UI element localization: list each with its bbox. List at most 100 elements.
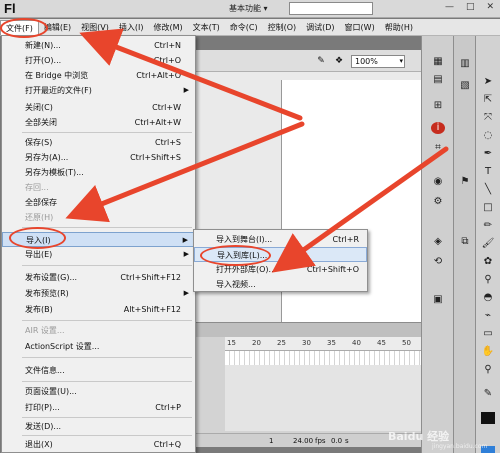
project-icon[interactable]: ▣ (431, 294, 445, 306)
menu-item-new[interactable]: 新建(N)... Ctrl+N (2, 38, 195, 53)
app-logo: Fl (4, 1, 16, 16)
workspace-switcher[interactable]: 基本功能 ▾ (229, 3, 268, 14)
paint-bucket-icon[interactable]: ◓ (481, 292, 495, 304)
menu-item-save[interactable]: 保存(S) Ctrl+S (2, 135, 195, 150)
library-panel-icon[interactable]: ▧ (458, 80, 472, 92)
menu-item-recent[interactable]: 打开最近的文件(F) ▶ (2, 83, 195, 98)
zoom-tool-icon[interactable]: ⚲ (481, 364, 495, 376)
menu-item-bridge[interactable]: 在 Bridge 中浏览 Ctrl+Alt+O (2, 68, 195, 83)
lasso-tool-icon[interactable]: ◌ (481, 130, 495, 142)
zoom-select[interactable]: 100% ▾ (351, 55, 405, 68)
properties-icon[interactable]: ▥ (458, 58, 472, 70)
edit-scene-icon[interactable]: ✎ (314, 55, 328, 67)
tools-panel: ➤ ⇱ ⤧ ◌ ✒ T ╲ □ ✏ 🖌 ✿ ⚲ ◓ ⌁ ▭ ✋ ⚲ ✎ (475, 36, 500, 453)
menu-item-publish-preview[interactable]: 发布预览(R) ▶ (2, 286, 195, 301)
timeline-frames[interactable] (225, 351, 421, 365)
annotation-ring-import-to-library (200, 245, 271, 266)
menu-item-send[interactable]: 发送(D)... (2, 419, 195, 434)
menu-commands[interactable]: 命令(C) (225, 20, 263, 35)
elapsed-time: 0.0 (331, 437, 343, 445)
deco-tool-icon[interactable]: ✿ (481, 256, 495, 268)
menu-divider (22, 435, 192, 436)
menu-item-exit[interactable]: 退出(X) Ctrl+Q (2, 437, 195, 452)
hand-tool-icon[interactable]: ✋ (481, 346, 495, 358)
swatches-icon[interactable]: ▤ (431, 74, 445, 86)
color-panel-icon[interactable]: ▦ (431, 56, 445, 68)
menu-item-save-all[interactable]: 全部保存 (2, 195, 195, 210)
menu-text[interactable]: 文本(T) (188, 20, 225, 35)
menu-item-publish-settings[interactable]: 发布设置(G)... Ctrl+Shift+F12 (2, 270, 195, 285)
menu-help[interactable]: 帮助(H) (380, 20, 418, 35)
brush-tool-icon[interactable]: 🖌 (481, 238, 495, 250)
menu-divider (22, 357, 192, 358)
history-icon[interactable]: ⟲ (431, 256, 445, 268)
submenu-item-import-video[interactable]: 导入视频... (194, 277, 367, 292)
menu-divider (22, 132, 192, 133)
menu-item-actionscript-settings[interactable]: ActionScript 设置... (2, 339, 195, 354)
subselection-tool-icon[interactable]: ⇱ (481, 94, 495, 106)
menu-item-print[interactable]: 打印(P)... Ctrl+P (2, 400, 195, 415)
menu-item-close[interactable]: 关闭(C) Ctrl+W (2, 100, 195, 115)
menu-item-export[interactable]: 导出(E) ▶ (2, 247, 195, 262)
fill-color-swatch[interactable] (481, 412, 495, 424)
edit-symbol-icon[interactable]: ❖ (332, 55, 346, 67)
line-tool-icon[interactable]: ╲ (481, 184, 495, 196)
menu-control[interactable]: 控制(O) (263, 20, 302, 35)
current-frame: 1 (269, 437, 274, 445)
menu-window[interactable]: 窗口(W) (340, 20, 380, 35)
minimize-button[interactable]: — (445, 2, 454, 12)
menu-item-open[interactable]: 打开(O)... Ctrl+O (2, 53, 195, 68)
eraser-tool-icon[interactable]: ▭ (481, 328, 495, 340)
bone-tool-icon[interactable]: ⚲ (481, 274, 495, 286)
eyedropper-icon[interactable]: ⌁ (481, 310, 495, 322)
submenu-arrow-icon: ▶ (182, 236, 188, 244)
submenu-arrow-icon: ▶ (183, 250, 189, 258)
submenu-item-import-to-stage[interactable]: 导入到舞台(I)... Ctrl+R (194, 232, 367, 247)
menu-item-publish[interactable]: 发布(B) Alt+Shift+F12 (2, 302, 195, 317)
transform-icon[interactable]: ⌗ (431, 142, 445, 154)
free-transform-icon[interactable]: ⤧ (481, 112, 495, 124)
rectangle-tool-icon[interactable]: □ (481, 202, 495, 214)
stroke-color-icon[interactable]: ✎ (481, 388, 495, 400)
ruler-tick: 50 (402, 339, 411, 347)
menu-item-save-as[interactable]: 另存为(A)... Ctrl+Shift+S (2, 150, 195, 165)
close-button[interactable]: ✕ (486, 2, 494, 12)
menu-bar: 文件(F) 编辑(E) 视图(V) 插入(I) 修改(M) 文本(T) 命令(C… (0, 19, 500, 36)
menu-view[interactable]: 视图(V) (76, 20, 114, 35)
ruler-tick: 30 (302, 339, 311, 347)
pencil-tool-icon[interactable]: ✏ (481, 220, 495, 232)
annotation-ring-file (0, 18, 48, 38)
align-icon[interactable]: ⊞ (431, 100, 445, 112)
selection-tool-icon[interactable]: ➤ (481, 76, 495, 88)
timeline-layers[interactable] (225, 365, 421, 431)
ruler-tick: 40 (352, 339, 361, 347)
panel-dock-icons-2: ▥ ▧ ⚑ ⧉ (453, 36, 475, 453)
maximize-button[interactable]: □ (466, 2, 475, 12)
menu-modify[interactable]: 修改(M) (148, 20, 187, 35)
menu-item-close-all[interactable]: 全部关闭 Ctrl+Alt+W (2, 115, 195, 130)
title-bar: Fl 基本功能 ▾ — □ ✕ (0, 0, 500, 18)
text-tool-icon[interactable]: T (481, 166, 495, 178)
actions-icon[interactable]: ⚑ (458, 176, 472, 188)
menu-debug[interactable]: 调试(D) (301, 20, 339, 35)
watermark-url: jingyan.baidu.com (432, 443, 488, 450)
ruler-tick: 20 (252, 339, 261, 347)
menu-item-file-info[interactable]: 文件信息... (2, 363, 195, 378)
code-snippets-icon[interactable]: ⧉ (458, 236, 472, 248)
components-icon[interactable]: ⚙ (431, 196, 445, 208)
library-icon[interactable]: ◉ (431, 176, 445, 188)
menu-item-save-as-template[interactable]: 另存为模板(T)... (2, 165, 195, 180)
timeline-ruler[interactable]: 15 20 25 30 35 40 45 50 (225, 337, 421, 351)
stage-tool-icons: ✎ ❖ (314, 55, 346, 67)
submenu-arrow-icon: ▶ (183, 86, 189, 94)
info-icon[interactable]: i (431, 122, 445, 134)
ruler-tick: 25 (277, 339, 286, 347)
menu-divider (22, 265, 192, 266)
pen-tool-icon[interactable]: ✒ (481, 148, 495, 160)
menu-item-page-setup[interactable]: 页面设置(U)... (2, 384, 195, 399)
motion-presets-icon[interactable]: ◈ (431, 236, 445, 248)
chevron-down-icon: ▾ (263, 4, 268, 13)
search-input[interactable] (289, 2, 373, 15)
submenu-arrow-icon: ▶ (183, 289, 189, 297)
menu-insert[interactable]: 插入(I) (114, 20, 149, 35)
